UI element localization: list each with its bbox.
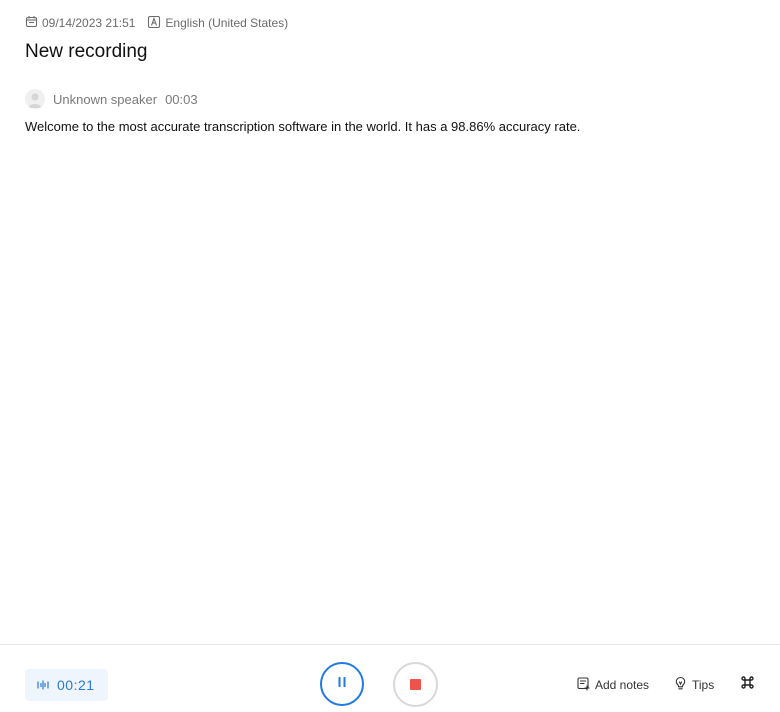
add-notes-button[interactable]: Add notes — [576, 675, 649, 695]
date-meta: 09/14/2023 21:51 — [25, 15, 135, 31]
add-notes-label: Add notes — [595, 678, 650, 692]
lightbulb-icon — [673, 676, 692, 694]
elapsed-timer: 00:21 — [25, 669, 108, 701]
speaker-name[interactable]: Unknown speaker — [53, 92, 157, 107]
stop-button[interactable] — [393, 662, 438, 707]
tips-label: Tips — [692, 678, 715, 692]
recording-language: English (United States) — [165, 16, 289, 30]
recording-page: 09/14/2023 21:51 English (United States)… — [0, 0, 780, 712]
language-icon — [147, 15, 165, 32]
recording-datetime: 09/14/2023 21:51 — [42, 16, 136, 30]
transcript-segment-header: Unknown speaker 00:03 — [25, 88, 198, 110]
keyboard-shortcuts-button[interactable] — [738, 676, 756, 694]
command-icon — [740, 675, 755, 695]
elapsed-time: 00:21 — [57, 677, 95, 693]
recording-controls-bar: 00:21 Add notes Tips — [0, 644, 780, 712]
waveform-icon — [37, 677, 57, 693]
segment-timestamp[interactable]: 00:03 — [165, 92, 198, 107]
avatar-icon — [25, 89, 45, 109]
language-meta[interactable]: English (United States) — [147, 15, 288, 32]
tips-button[interactable]: Tips — [673, 675, 714, 695]
notes-icon — [576, 676, 595, 694]
pause-icon — [336, 675, 348, 693]
recording-title[interactable]: New recording — [25, 40, 148, 64]
pause-button[interactable] — [320, 662, 364, 706]
calendar-icon — [25, 15, 42, 31]
recording-meta: 09/14/2023 21:51 English (United States) — [25, 14, 300, 32]
transcript-text[interactable]: Welcome to the most accurate transcripti… — [25, 118, 755, 136]
stop-icon — [410, 679, 421, 690]
